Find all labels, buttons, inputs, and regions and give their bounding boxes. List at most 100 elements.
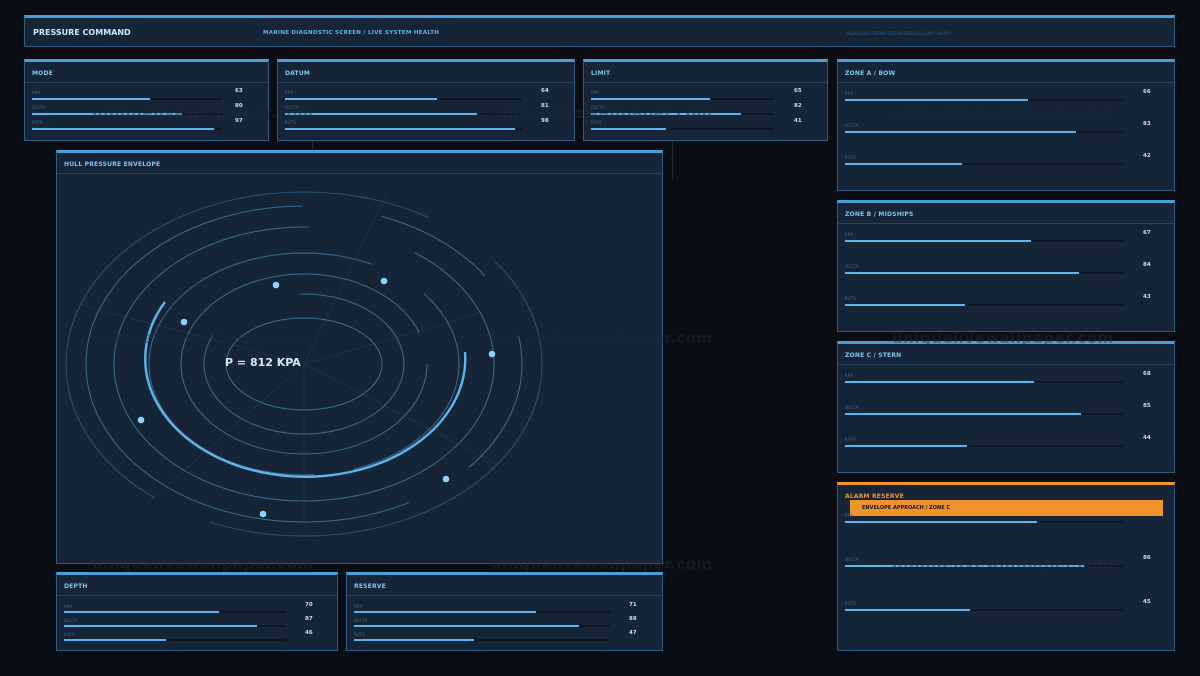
pressure-envelope-plot — [65, 191, 543, 537]
metric-value: 47 — [629, 630, 637, 636]
metric-bar-fill — [845, 304, 965, 306]
metric-bar-fill — [845, 521, 1037, 523]
sensor-node — [272, 281, 280, 289]
metric-bar-track — [32, 98, 222, 100]
metric-bar-fill — [32, 128, 214, 130]
metric-bar-track — [591, 128, 774, 130]
panel-title: ZONE B / MIDSHIPS — [845, 211, 914, 218]
metric-label: KPA — [591, 90, 600, 95]
metric-value: 86 — [1143, 555, 1151, 561]
panel-limit[interactable]: LIMIT KPA 65 DELTA 82 RATE 41 — [583, 59, 828, 141]
metric-bar-track — [64, 639, 286, 641]
panel-hull-pressure-envelope[interactable]: HULL PRESSURE ENVELOPE P = 812 KPA — [56, 150, 663, 564]
header-bar: PRESSURE COMMAND MARINE DIAGNOSTIC SCREE… — [24, 15, 1175, 47]
metric-label: RATE — [32, 120, 44, 125]
metric-bar-fill — [591, 98, 710, 100]
metric-value: 41 — [794, 118, 802, 124]
metric-bar-fill — [845, 240, 1031, 242]
metric-value: 80 — [235, 103, 243, 109]
metric-bar-track — [354, 639, 610, 641]
metric-bar-fill — [354, 639, 474, 641]
metric-label: DELTA — [354, 618, 368, 623]
divider — [838, 223, 1174, 224]
metric-value: 42 — [1143, 153, 1151, 159]
metric-value: 71 — [629, 602, 637, 608]
header-meta: MEASURED REPORTED INFERRED / LOOP 00:05 — [847, 31, 949, 36]
metric-label: KPA — [845, 513, 854, 518]
metric-value: 67 — [1143, 230, 1151, 236]
metric-bar-track — [845, 521, 1123, 523]
metric-label: RATE — [845, 601, 857, 606]
metric-label: KPA — [845, 91, 854, 96]
metric-label: KPA — [845, 232, 854, 237]
panel-title: HULL PRESSURE ENVELOPE — [64, 161, 161, 168]
metric-value: 85 — [1143, 403, 1151, 409]
metric-bar-fill — [354, 611, 536, 613]
metric-label: KPA — [285, 90, 294, 95]
metric-value: 81 — [541, 103, 549, 109]
metric-value: 70 — [305, 602, 313, 608]
metric-label: DELTA — [64, 618, 78, 623]
panel-zone-a-bow[interactable]: ZONE A / BOW KPA 66 DELTA 83 RATE 42 — [837, 59, 1175, 191]
metric-bar-fill — [845, 163, 962, 165]
metric-value: 45 — [1143, 599, 1151, 605]
panel-title: ZONE C / STERN — [845, 352, 902, 359]
pressure-readout: P = 812 KPA — [225, 356, 301, 369]
panel-title: MODE — [32, 70, 53, 77]
panel-depth[interactable]: DEPTH KPA 70 DELTA 87 RATE 46 — [56, 572, 338, 651]
metric-bar-fill — [591, 113, 741, 115]
metric-bar-track — [845, 163, 1123, 165]
metric-value: 46 — [305, 630, 313, 636]
panel-zone-b-midships[interactable]: ZONE B / MIDSHIPS KPA 67 DELTA 84 RATE 43 — [837, 200, 1175, 332]
metric-bar-fill — [285, 128, 515, 130]
metric-bar-fill — [845, 609, 970, 611]
metric-bar-fill — [64, 611, 219, 613]
metric-value: 44 — [1143, 435, 1151, 441]
metric-label: RATE — [591, 120, 603, 125]
metric-bar-track — [845, 240, 1123, 242]
metric-bar-track — [845, 609, 1123, 611]
panel-title: ZONE A / BOW — [845, 70, 896, 77]
metric-bar-fill — [64, 625, 257, 627]
metric-bar-track — [64, 625, 286, 627]
metric-bar-track — [32, 113, 222, 115]
metric-label: RATE — [64, 632, 76, 637]
sensor-node — [180, 318, 188, 326]
sensor-node — [442, 475, 450, 483]
panel-title: ALARM RESERVE — [845, 493, 904, 500]
panel-zone-c-stern[interactable]: ZONE C / STERN KPA 68 DELTA 85 RATE 44 — [837, 341, 1175, 473]
metric-label: RATE — [285, 120, 297, 125]
metric-bar-track — [845, 445, 1123, 447]
panel-reserve[interactable]: RESERVE KPA 71 DELTA 88 RATE 47 — [346, 572, 663, 651]
metric-bar-fill — [845, 272, 1079, 274]
metric-bar-track — [845, 272, 1123, 274]
metric-bar-track — [32, 128, 222, 130]
metric-value: 64 — [541, 88, 549, 94]
alarm-banner[interactable]: ENVELOPE APPROACH / ZONE C — [850, 500, 1163, 516]
metric-value: 82 — [794, 103, 802, 109]
metric-bar-track — [591, 113, 774, 115]
panel-mode[interactable]: MODE KPA 63 DELTA 80 RATE 97 — [24, 59, 269, 141]
metric-label: RATE — [845, 155, 857, 160]
divider — [278, 82, 574, 83]
sensor-node — [380, 277, 388, 285]
app-title: PRESSURE COMMAND — [33, 28, 131, 37]
divider — [584, 82, 827, 83]
metric-bar-track — [845, 304, 1123, 306]
metric-bar-fill — [845, 99, 1028, 101]
metric-bar-track — [354, 611, 610, 613]
metric-label: RATE — [845, 437, 857, 442]
metric-value: 83 — [1143, 121, 1151, 127]
metric-value: 66 — [1143, 89, 1151, 95]
metric-bar-track — [285, 128, 522, 130]
panel-alarm-reserve[interactable]: ALARM RESERVE ENVELOPE APPROACH / ZONE C… — [837, 482, 1175, 651]
metric-bar-track — [591, 98, 774, 100]
metric-label: RATE — [845, 296, 857, 301]
metric-value: 63 — [235, 88, 243, 94]
metric-value: 87 — [305, 616, 313, 622]
panel-datum[interactable]: DATUM KPA 64 DELTA 81 RATE 98 — [277, 59, 575, 141]
metric-bar-track — [285, 98, 522, 100]
alarm-banner-text: ENVELOPE APPROACH / ZONE C — [862, 505, 951, 511]
divider — [57, 595, 337, 596]
metric-bar-track — [845, 565, 1123, 567]
